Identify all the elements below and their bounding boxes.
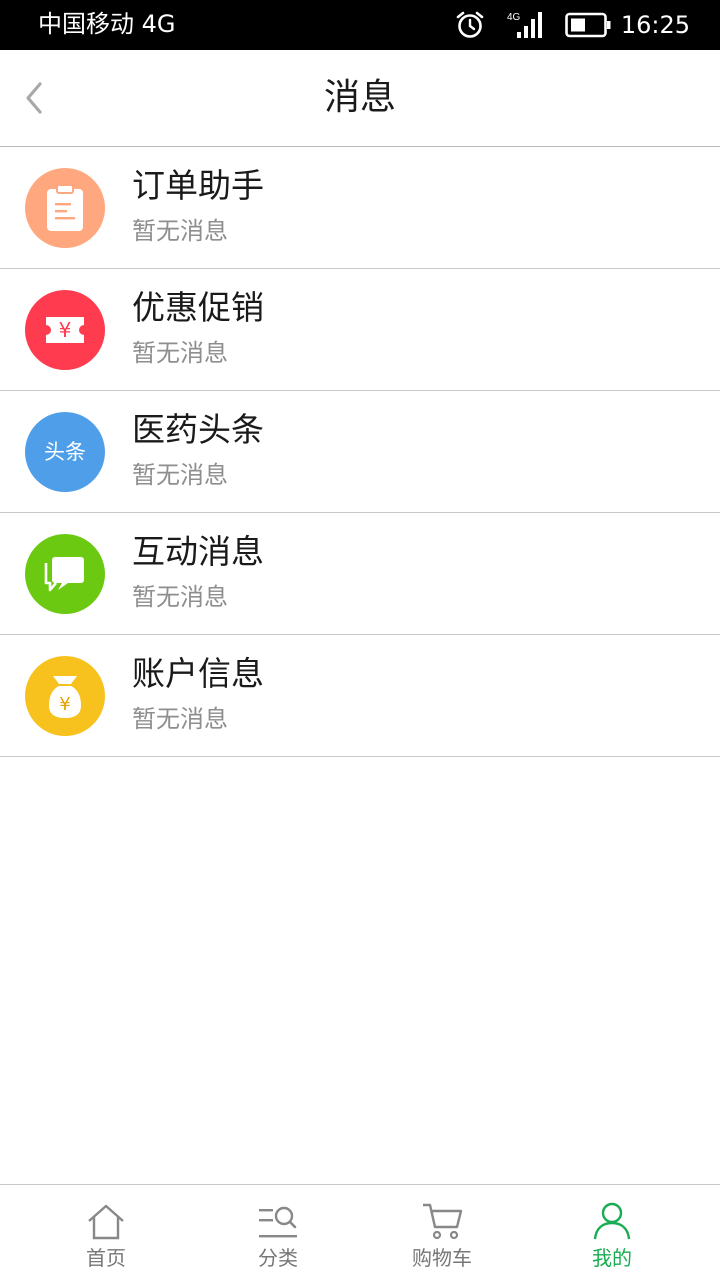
- user-icon: [592, 1201, 632, 1241]
- alarm-icon: [455, 10, 485, 40]
- message-title: 互动消息: [132, 532, 264, 571]
- nav-profile[interactable]: 我的: [572, 1185, 652, 1281]
- message-item-pharma-headlines[interactable]: 头条 医药头条 暂无消息: [0, 391, 720, 513]
- message-item-interactive[interactable]: 互动消息 暂无消息: [0, 513, 720, 635]
- coupon-symbol: ¥: [59, 318, 72, 342]
- message-subtitle: 暂无消息: [132, 339, 228, 367]
- nav-cart[interactable]: 购物车: [402, 1185, 482, 1281]
- network-type-label: 4G: [507, 12, 521, 23]
- status-bar: 中国移动 4G 4G 16:25: [0, 0, 720, 50]
- header: 消息: [0, 50, 720, 147]
- status-icons: 4G 16:25: [455, 6, 690, 44]
- message-subtitle: 暂无消息: [132, 583, 228, 611]
- cart-icon: [421, 1201, 463, 1241]
- nav-home[interactable]: 首页: [66, 1185, 146, 1281]
- money-bag-icon: ¥: [25, 656, 105, 736]
- headline-icon: 头条: [25, 412, 105, 492]
- message-title: 优惠促销: [132, 288, 264, 327]
- page-title: 消息: [323, 77, 396, 118]
- message-title: 账户信息: [132, 654, 264, 693]
- message-subtitle: 暂无消息: [132, 705, 228, 733]
- coupon-icon: ¥: [25, 290, 105, 370]
- money-symbol: ¥: [59, 694, 70, 715]
- nav-category[interactable]: 分类: [238, 1185, 318, 1281]
- message-item-promotions[interactable]: ¥ 优惠促销 暂无消息: [0, 269, 720, 391]
- battery-icon: [565, 11, 611, 39]
- message-title: 医药头条: [132, 410, 264, 449]
- nav-label: 购物车: [412, 1246, 472, 1270]
- message-item-order-assistant[interactable]: 订单助手 暂无消息: [0, 147, 720, 269]
- nav-label: 分类: [258, 1246, 298, 1270]
- clipboard-icon: [25, 168, 105, 248]
- message-title: 订单助手: [132, 166, 264, 205]
- category-search-icon: [257, 1201, 299, 1241]
- home-icon: [86, 1201, 126, 1241]
- carrier-label: 中国移动 4G: [38, 10, 176, 38]
- bottom-nav: 首页 分类 购物车 我的: [0, 1184, 720, 1281]
- message-item-account[interactable]: ¥ 账户信息 暂无消息: [0, 635, 720, 757]
- nav-label: 首页: [86, 1246, 126, 1270]
- chat-icon: [25, 534, 105, 614]
- message-list: 订单助手 暂无消息 ¥ 优惠促销 暂无消息 头条 医药头条 暂无消息 互动消息 …: [0, 147, 720, 757]
- message-subtitle: 暂无消息: [132, 217, 228, 245]
- clock: 16:25: [620, 11, 690, 39]
- nav-label: 我的: [592, 1246, 632, 1270]
- message-subtitle: 暂无消息: [132, 461, 228, 489]
- headline-icon-text: 头条: [44, 440, 86, 464]
- signal-icon: 4G: [507, 10, 543, 40]
